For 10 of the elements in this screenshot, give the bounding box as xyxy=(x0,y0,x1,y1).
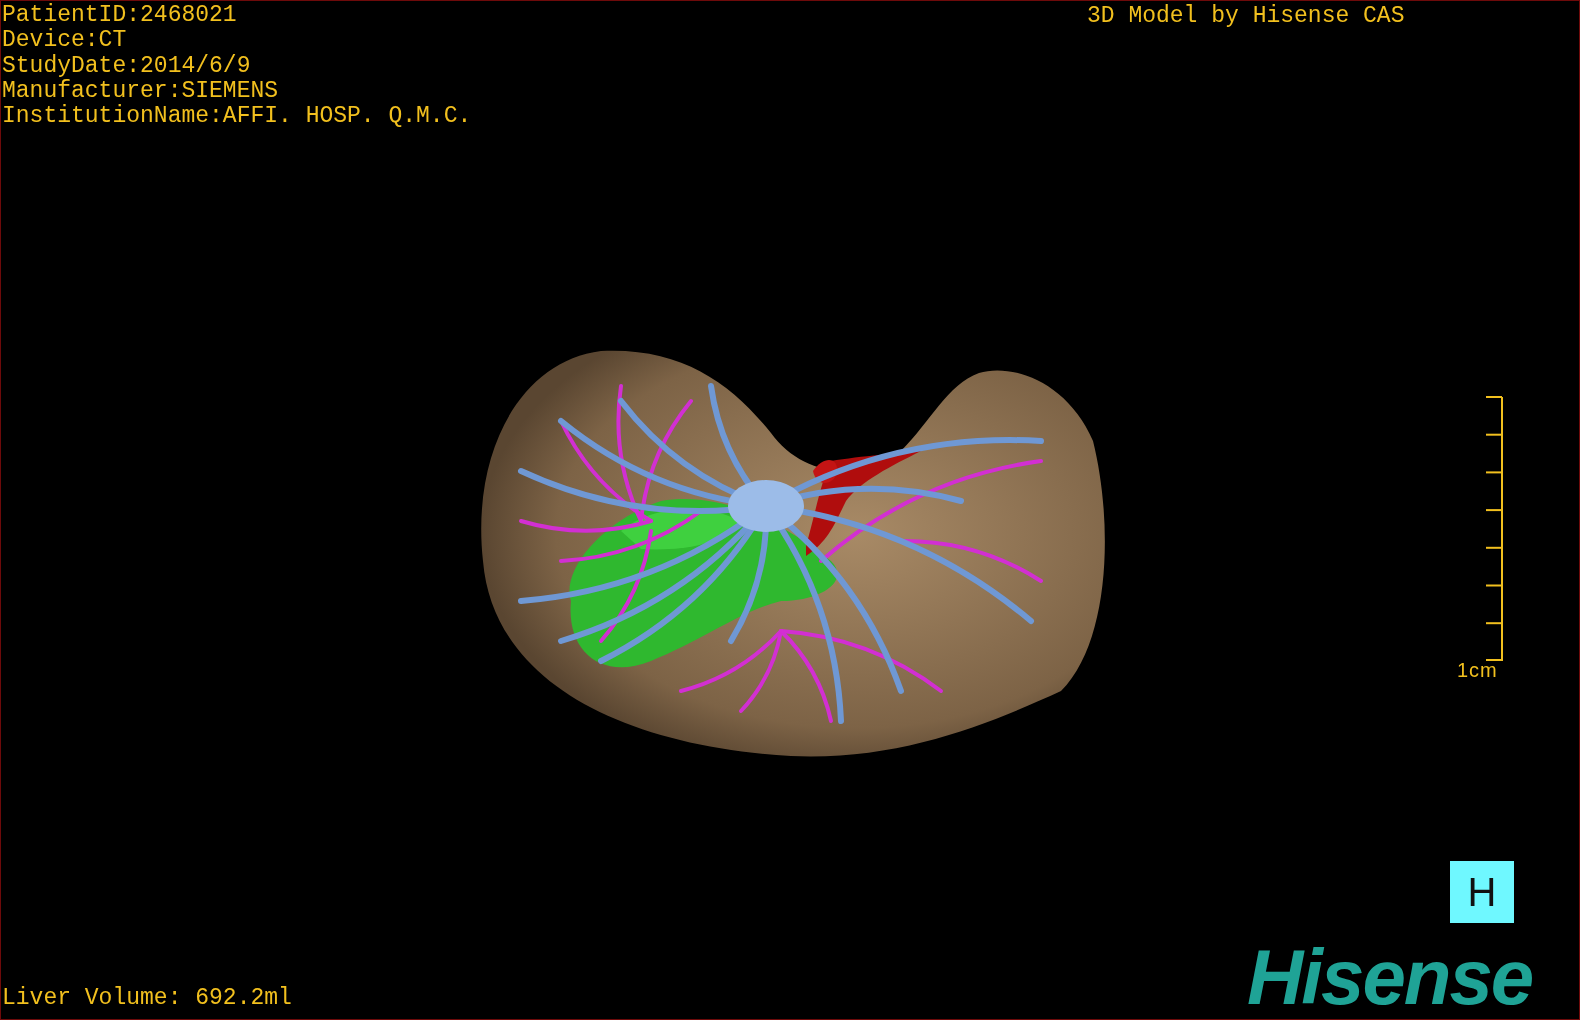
orientation-marker[interactable]: H xyxy=(1450,861,1514,923)
model-credit-text: 3D Model by Hisense CAS xyxy=(1087,4,1405,30)
info-text: PatientID:2468021 xyxy=(2,3,237,28)
liver-volume-text: Liver Volume: 692.2ml xyxy=(2,986,292,1012)
info-text: StudyDate:2014/6/9 xyxy=(2,53,251,79)
info-text: Manufacturer:SIEMENS xyxy=(2,78,279,104)
brand-logo: Hisense xyxy=(1247,937,1533,1017)
info-text: InstitutionName:AFFI. HOSP. Q.M.C. xyxy=(2,104,472,130)
scale-label: 1cm xyxy=(1457,659,1498,681)
info-text: Device:CT xyxy=(2,28,127,54)
